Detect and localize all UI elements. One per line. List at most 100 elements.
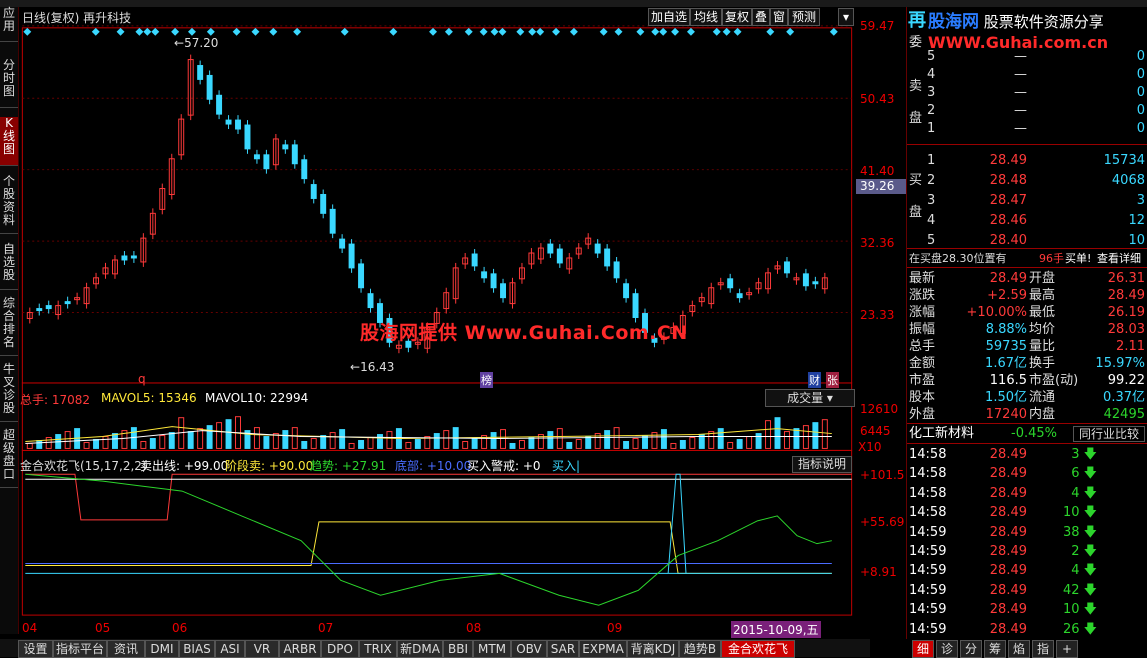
ranking-badge[interactable]: 榜: [480, 372, 493, 388]
signal-diamond: [389, 27, 398, 36]
tab-13[interactable]: OBV: [511, 640, 547, 658]
sidebar-item-diagnosis[interactable]: 牛叉诊股: [0, 363, 18, 422]
tab-3[interactable]: DMI: [145, 640, 179, 658]
signal-diamond: [490, 27, 499, 36]
signal-diamond: [23, 27, 32, 36]
detail-tab-5[interactable]: 指: [1032, 640, 1054, 658]
tick-time: 14:59: [909, 544, 947, 559]
volume-bar: [746, 436, 753, 449]
sidebar-item-ranking[interactable]: 综合排名: [0, 297, 18, 356]
candle: [291, 144, 298, 165]
overlay-button[interactable]: 叠: [752, 8, 770, 26]
detail-tab-2[interactable]: 分: [960, 640, 982, 658]
tick-price: 28.49: [989, 485, 1027, 501]
volume-bar: [689, 437, 696, 449]
tab-12[interactable]: MTM: [473, 640, 511, 658]
tick-row: 14:59 28.49 38 🡇: [907, 524, 1147, 542]
industry-row: 化工新材料 -0.45% 同行业比较: [907, 425, 1147, 443]
tab-16[interactable]: 背离KDJ: [627, 640, 679, 658]
quote-value: 26.19: [1107, 305, 1145, 320]
industry-compare-button[interactable]: 同行业比较: [1073, 426, 1145, 442]
candle: [263, 154, 270, 170]
detail-tab-6[interactable]: +: [1056, 640, 1078, 658]
tick-volume: 10 🡇: [1062, 505, 1097, 521]
candle: [329, 208, 336, 234]
tab-9[interactable]: TRIX: [359, 640, 397, 658]
quote-value: 1.50亿: [985, 390, 1027, 405]
sidebar-item-profile[interactable]: 个股资料: [0, 175, 18, 234]
quote-label: 最新: [909, 271, 936, 286]
down-arrow-icon: 🡇: [1083, 563, 1097, 579]
stock-glyph: 再: [908, 10, 926, 31]
indicator-dropdown[interactable]: 成交量 ▾: [765, 389, 855, 407]
chevron-down-icon[interactable]: ▾: [838, 8, 854, 26]
tab-4[interactable]: BIAS: [179, 640, 215, 658]
candle: [812, 281, 819, 285]
sidebar-item-watchlist[interactable]: 自选股: [0, 243, 18, 290]
kline-chart[interactable]: [18, 7, 856, 627]
forecast-button[interactable]: 预测: [788, 8, 820, 26]
window-button[interactable]: 窗: [770, 8, 788, 26]
adjust-button[interactable]: 复权: [722, 8, 752, 26]
tab-11[interactable]: BBI: [443, 640, 473, 658]
add-watchlist-button[interactable]: 加自选: [648, 8, 690, 26]
volume-bar: [765, 420, 772, 449]
signal-diamond: [206, 27, 215, 36]
tab-5[interactable]: ASI: [215, 640, 245, 658]
detail-tab-4[interactable]: 焰: [1008, 640, 1030, 658]
sell-side-label-b: 盘: [907, 110, 1147, 128]
tick-volume: 26 🡇: [1062, 621, 1097, 637]
tab-0[interactable]: 设置: [18, 640, 53, 658]
tab-14[interactable]: SAR: [547, 640, 579, 658]
signal-diamond: [614, 27, 623, 36]
candle: [736, 293, 743, 299]
volume-tick: 6445: [860, 424, 891, 438]
view-detail-link[interactable]: 查看详细: [1097, 250, 1141, 268]
tick-volume: 2 🡇: [1071, 544, 1097, 559]
sidebar-item-superbook[interactable]: 超级盘口: [0, 429, 18, 488]
signal-diamond: [722, 27, 731, 36]
tick-row: 14:59 28.49 42 🡇: [907, 582, 1147, 600]
volume-bar: [727, 441, 734, 449]
candle: [727, 278, 734, 289]
tab-2[interactable]: 资讯: [107, 640, 145, 658]
quote-label: 量比: [1029, 339, 1056, 354]
tab-18[interactable]: 金合欢花飞: [721, 640, 795, 658]
volume-bar: [149, 438, 156, 449]
candle: [358, 263, 365, 289]
sidebar-item-intraday[interactable]: 分时图: [0, 59, 18, 108]
tab-10[interactable]: 新DMA: [397, 640, 443, 658]
ma-button[interactable]: 均线: [690, 8, 722, 26]
volume-bar: [197, 428, 204, 449]
sidebar-item-apps[interactable]: 应用: [0, 7, 18, 42]
volume-bar: [670, 442, 677, 449]
tab-8[interactable]: DPO: [321, 640, 359, 658]
buy-alert-value: 买入警戒: +0: [467, 459, 541, 473]
ask-volume: 0: [1136, 49, 1145, 64]
signal-diamond: [636, 27, 645, 36]
x-tick: 04: [22, 621, 38, 635]
tick-price: 28.49: [989, 505, 1027, 521]
tab-7[interactable]: ARBR: [279, 640, 321, 658]
sell-side-label: 卖: [909, 79, 923, 94]
tab-15[interactable]: EXPMA: [579, 640, 627, 658]
event-marker[interactable]: q: [138, 372, 146, 386]
tab-6[interactable]: VR: [245, 640, 279, 658]
volume-bar: [471, 438, 478, 449]
candle: [310, 184, 317, 199]
tab-17[interactable]: 趋势B: [679, 640, 721, 658]
sidebar-item-kline[interactable]: K线图: [0, 117, 18, 166]
detail-tab-3[interactable]: 筹: [984, 640, 1006, 658]
volume-bar: [623, 440, 630, 449]
quote-value: 28.49: [989, 271, 1027, 286]
detail-tab-1[interactable]: 诊: [936, 640, 958, 658]
tab-1[interactable]: 指标平台: [53, 640, 107, 658]
detail-tab-0[interactable]: 细: [912, 640, 934, 658]
limitup-badge[interactable]: 张: [826, 372, 839, 388]
trend-step-line: [25, 521, 832, 574]
down-arrow-icon: 🡇: [1083, 485, 1097, 501]
bid-price: 28.49: [989, 153, 1027, 168]
indicator-help-button[interactable]: 指标说明: [792, 456, 852, 473]
tick-time: 14:58: [909, 485, 947, 501]
finance-badge[interactable]: 财: [808, 372, 821, 388]
